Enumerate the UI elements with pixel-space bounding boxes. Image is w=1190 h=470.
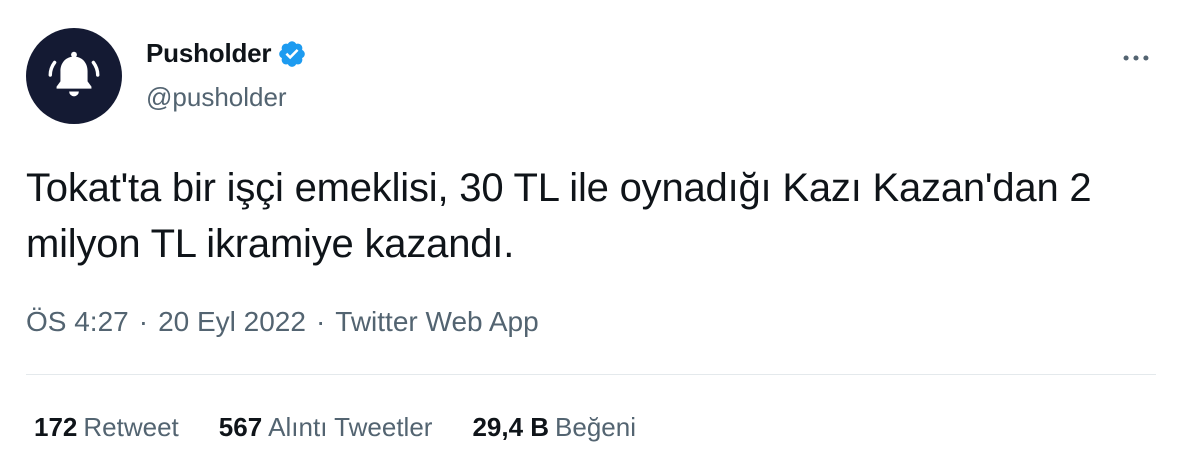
likes-count: 29,4 B [472, 412, 550, 442]
quotes-stat[interactable]: 567 Alıntı Tweetler [219, 412, 433, 443]
handle[interactable]: @pusholder [146, 82, 287, 113]
retweets-stat[interactable]: 172 Retweet [34, 412, 179, 443]
likes-stat[interactable]: 29,4 B Beğeni [472, 412, 636, 443]
meta-separator: · [315, 306, 326, 337]
more-horizontal-icon [1123, 55, 1149, 61]
retweets-label: Retweet [83, 412, 179, 442]
more-options-button[interactable] [1116, 38, 1156, 78]
retweets-count: 172 [34, 412, 78, 442]
quotes-count: 567 [218, 412, 263, 442]
quotes-label: Alıntı Tweetler [268, 412, 433, 442]
tweet-card: Pusholder @pusholder Tokat'ta bir işçi e… [0, 0, 1190, 470]
tweet-stats: 172 Retweet 567 Alıntı Tweetler 29,4 B Beğe… [34, 412, 636, 443]
author-row: Pusholder [146, 38, 307, 69]
tweet-date[interactable]: 20 Eyl 2022 [158, 306, 306, 338]
display-name[interactable]: Pusholder [146, 38, 272, 69]
avatar[interactable] [26, 28, 122, 124]
tweet-text: Tokat'ta bir işçi emeklisi, 30 TL ile oy… [26, 166, 1092, 266]
meta-separator: · [138, 306, 149, 337]
tweet-source[interactable]: Twitter Web App [335, 306, 538, 338]
divider [26, 374, 1156, 375]
bell-icon [48, 51, 100, 97]
likes-label: Beğeni [555, 412, 637, 442]
tweet-meta: ÖS 4:27 · 20 Eyl 2022 · Twitter Web App [26, 306, 539, 338]
verified-badge-icon [279, 40, 306, 67]
tweet-time[interactable]: ÖS 4:27 [26, 306, 129, 338]
